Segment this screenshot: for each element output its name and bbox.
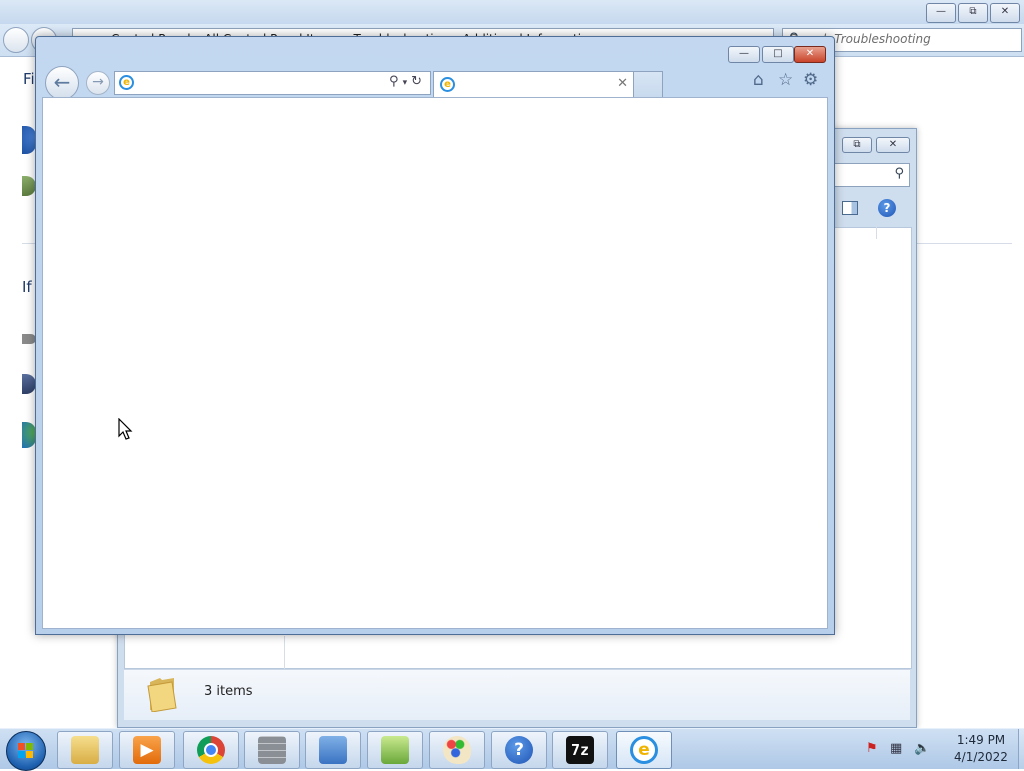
refresh-icon[interactable]: ↻ bbox=[411, 74, 426, 89]
cp-close-button[interactable]: ✕ bbox=[990, 3, 1020, 23]
ie-maximize-button[interactable]: □ bbox=[762, 46, 794, 63]
explorer-restore-button[interactable]: ⧉ bbox=[842, 137, 872, 153]
ie-icon: e bbox=[630, 736, 658, 764]
back-arrow-icon: ← bbox=[53, 70, 71, 94]
cp-back-button[interactable] bbox=[3, 27, 29, 53]
taskbar-paint[interactable] bbox=[429, 731, 485, 769]
cp-minimize-button[interactable]: — bbox=[926, 3, 956, 23]
start-button[interactable] bbox=[6, 731, 46, 771]
ie-close-button[interactable]: ✕ bbox=[794, 46, 826, 63]
user-icon bbox=[22, 176, 36, 196]
close-tab-icon[interactable]: ✕ bbox=[617, 76, 628, 91]
clock-date[interactable]: 4/1/2022 bbox=[946, 750, 1016, 764]
help-icon: ? bbox=[505, 736, 533, 764]
taskbar: ▶ ? 7z e ⚑ ▦ 🔈 1:49 PM 4/1/2022 bbox=[0, 728, 1024, 771]
taskbar-help[interactable]: ? bbox=[491, 731, 547, 769]
help-icon[interactable]: ? bbox=[878, 199, 896, 217]
media-player-icon: ▶ bbox=[133, 736, 161, 764]
ie-address-tools: ⚲▾↻ bbox=[389, 74, 426, 89]
action-center-flag-icon[interactable]: ⚑ bbox=[866, 741, 878, 756]
cp-restore-button[interactable]: ⧉ bbox=[958, 3, 988, 23]
ie-tab-icon: e bbox=[440, 77, 455, 92]
taskbar-firewall[interactable] bbox=[244, 731, 300, 769]
network-icon[interactable]: ▦ bbox=[890, 741, 902, 756]
taskbar-control-panel[interactable] bbox=[305, 731, 361, 769]
forward-arrow-icon: → bbox=[92, 74, 104, 90]
windows-logo-icon bbox=[18, 743, 33, 758]
volume-icon[interactable]: 🔈 bbox=[914, 741, 930, 756]
system-tray: ⚑ ▦ 🔈 1:49 PM 4/1/2022 bbox=[862, 729, 1024, 769]
taskbar-7zip[interactable]: 7z bbox=[552, 731, 608, 769]
taskbar-explorer[interactable] bbox=[57, 731, 113, 769]
paint-icon bbox=[443, 736, 471, 764]
preview-pane-icon[interactable] bbox=[842, 201, 858, 215]
explorer-close-button[interactable]: ✕ bbox=[876, 137, 910, 153]
show-desktop-button[interactable] bbox=[1018, 729, 1024, 769]
forward-button[interactable]: → bbox=[86, 71, 110, 95]
internet-explorer-window: — □ ✕ ← → e ⚲▾↻ e ✕ ⌂ ☆ ⚙ bbox=[35, 36, 835, 635]
cp-partial-text: If bbox=[22, 278, 32, 296]
mouse-cursor-icon bbox=[118, 418, 133, 440]
search-icon[interactable]: ⚲ bbox=[894, 166, 904, 181]
control-panel-icon bbox=[319, 736, 347, 764]
back-button[interactable]: ← bbox=[45, 66, 79, 100]
taskbar-media-player[interactable]: ▶ bbox=[119, 731, 175, 769]
internet-globe-icon bbox=[22, 422, 36, 448]
notepadpp-icon bbox=[381, 736, 409, 764]
favorites-star-icon[interactable]: ☆ bbox=[778, 70, 793, 90]
ie-minimize-button[interactable]: — bbox=[728, 46, 760, 63]
folder-icon bbox=[71, 736, 99, 764]
taskbar-notepadpp[interactable] bbox=[367, 731, 423, 769]
globe-icon bbox=[22, 126, 36, 154]
explorer-details-pane: 3 items bbox=[124, 669, 910, 720]
item-count: 3 items bbox=[204, 684, 253, 699]
home-icon[interactable]: ⌂ bbox=[753, 70, 764, 90]
ie-address-bar[interactable]: e ⚲▾↻ bbox=[114, 71, 431, 95]
navigation-pane-divider bbox=[284, 636, 285, 670]
gear-icon[interactable]: ⚙ bbox=[803, 70, 818, 90]
sevenzip-icon: 7z bbox=[566, 736, 594, 764]
ie-page-content[interactable] bbox=[42, 97, 828, 629]
ie-page-icon: e bbox=[119, 75, 134, 90]
computer-icon bbox=[22, 374, 36, 394]
column-divider bbox=[876, 225, 877, 239]
chrome-icon bbox=[197, 736, 225, 764]
ie-tab[interactable]: e ✕ bbox=[433, 71, 634, 98]
folder-icon bbox=[147, 678, 177, 712]
control-panel-titlebar: — ⧉ ✕ bbox=[0, 0, 1024, 24]
explorer-search-input[interactable]: ⚲ bbox=[832, 163, 910, 187]
new-tab-button[interactable] bbox=[633, 71, 663, 97]
search-icon[interactable]: ⚲ bbox=[389, 74, 403, 89]
clock-time[interactable]: 1:49 PM bbox=[946, 733, 1016, 747]
dropdown-icon[interactable]: ▾ bbox=[403, 78, 412, 88]
network-icon bbox=[22, 334, 36, 344]
cp-partial-heading: Fi bbox=[23, 70, 35, 88]
taskbar-chrome[interactable] bbox=[183, 731, 239, 769]
taskbar-internet-explorer[interactable]: e bbox=[616, 731, 672, 769]
firewall-icon bbox=[258, 736, 286, 764]
